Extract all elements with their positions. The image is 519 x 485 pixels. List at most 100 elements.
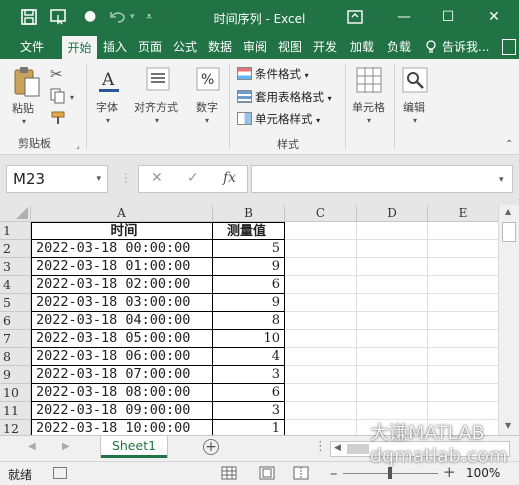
empty-cell[interactable]	[285, 240, 357, 258]
copy-dropdown-icon[interactable]: ▾	[70, 93, 74, 102]
collapse-ribbon-icon[interactable]: ⌃	[505, 139, 513, 150]
column-header[interactable]: D	[357, 205, 428, 222]
time-cell[interactable]: 2022-03-18 04:00:00	[31, 312, 213, 330]
value-cell[interactable]: 3	[213, 366, 285, 384]
value-cell[interactable]: 8	[213, 312, 285, 330]
editing-label[interactable]: 编辑	[403, 99, 425, 115]
empty-cell[interactable]	[285, 348, 357, 366]
editing-dropdown-icon[interactable]: ▾	[413, 116, 417, 125]
clipboard-launcher-icon[interactable]: ⌟	[76, 141, 80, 150]
column-header[interactable]: E	[428, 205, 499, 222]
alignment-dropdown-icon[interactable]: ▾	[155, 116, 159, 125]
value-cell[interactable]: 6	[213, 384, 285, 402]
cells-dropdown-icon[interactable]: ▾	[367, 116, 371, 125]
row-header[interactable]: 10	[0, 384, 31, 402]
empty-cell[interactable]	[285, 312, 357, 330]
empty-cell[interactable]	[428, 366, 499, 384]
empty-cell[interactable]	[357, 276, 428, 294]
share-icon[interactable]	[502, 39, 516, 55]
cells-icon[interactable]	[356, 67, 382, 96]
name-box[interactable]: M23 ▾	[6, 165, 108, 193]
paste-icon[interactable]	[12, 65, 42, 102]
tab-load[interactable]: 负载	[383, 35, 415, 59]
value-cell[interactable]: 4	[213, 348, 285, 366]
worksheet-grid[interactable]: A B C D E 1 时间 测量值 2 2022-03-18 00:00:00 5 3 20…	[0, 205, 519, 435]
tab-addins[interactable]: 加载	[346, 35, 378, 59]
find-icon[interactable]	[402, 67, 428, 96]
tab-view[interactable]: 视图	[274, 35, 306, 59]
value-cell[interactable]: 9	[213, 258, 285, 276]
column-header[interactable]: C	[285, 205, 357, 222]
row-header[interactable]: 6	[0, 312, 31, 330]
row-header[interactable]: 2	[0, 240, 31, 258]
empty-cell[interactable]	[428, 222, 499, 240]
insert-function-icon[interactable]: fx	[223, 170, 236, 186]
empty-cell[interactable]	[357, 384, 428, 402]
number-format-icon[interactable]: %	[196, 67, 220, 94]
empty-cell[interactable]	[357, 330, 428, 348]
paste-dropdown-icon[interactable]: ▾	[22, 117, 26, 126]
header-cell-value[interactable]: 测量值	[213, 222, 285, 240]
empty-cell[interactable]	[357, 258, 428, 276]
empty-cell[interactable]	[357, 294, 428, 312]
macro-record-icon[interactable]	[53, 467, 67, 479]
empty-cell[interactable]	[285, 420, 357, 435]
empty-cell[interactable]	[285, 366, 357, 384]
empty-cell[interactable]	[357, 312, 428, 330]
row-header[interactable]: 9	[0, 366, 31, 384]
cancel-icon[interactable]: ✕	[151, 170, 163, 186]
time-cell[interactable]: 2022-03-18 08:00:00	[31, 384, 213, 402]
empty-cell[interactable]	[357, 348, 428, 366]
empty-cell[interactable]	[428, 276, 499, 294]
empty-cell[interactable]	[428, 294, 499, 312]
time-cell[interactable]: 2022-03-18 07:00:00	[31, 366, 213, 384]
value-cell[interactable]: 9	[213, 294, 285, 312]
empty-cell[interactable]	[285, 258, 357, 276]
row-header[interactable]: 1	[0, 222, 31, 240]
font-icon[interactable]: A	[96, 67, 122, 98]
select-all-corner[interactable]	[0, 205, 31, 222]
cell-styles-button[interactable]: 单元格样式 ▾	[237, 109, 320, 129]
conditional-formatting-button[interactable]: 条件格式 ▾	[237, 64, 309, 84]
normal-view-icon[interactable]	[221, 466, 237, 483]
empty-cell[interactable]	[428, 240, 499, 258]
row-header[interactable]: 7	[0, 330, 31, 348]
alignment-label[interactable]: 对齐方式	[134, 99, 178, 115]
empty-cell[interactable]	[428, 402, 499, 420]
time-cell[interactable]: 2022-03-18 06:00:00	[31, 348, 213, 366]
empty-cell[interactable]	[428, 330, 499, 348]
empty-cell[interactable]	[357, 222, 428, 240]
time-cell[interactable]: 2022-03-18 10:00:00	[31, 420, 213, 435]
prev-sheet-icon[interactable]: ◀	[28, 441, 36, 452]
scroll-thumb[interactable]	[502, 222, 516, 242]
empty-cell[interactable]	[285, 402, 357, 420]
tab-split-handle-icon[interactable]: ⋮	[314, 439, 327, 454]
expand-formula-bar-icon[interactable]: ▾	[499, 175, 504, 185]
value-cell[interactable]: 6	[213, 276, 285, 294]
tab-insert[interactable]: 插入	[99, 35, 131, 59]
empty-cell[interactable]	[285, 384, 357, 402]
time-cell[interactable]: 2022-03-18 09:00:00	[31, 402, 213, 420]
copy-icon[interactable]	[50, 88, 68, 107]
empty-cell[interactable]	[428, 258, 499, 276]
ribbon-display-icon[interactable]	[344, 6, 366, 28]
empty-cell[interactable]	[285, 330, 357, 348]
time-cell[interactable]: 2022-03-18 01:00:00	[31, 258, 213, 276]
value-cell[interactable]: 3	[213, 402, 285, 420]
row-header[interactable]: 8	[0, 348, 31, 366]
scroll-up-icon[interactable]: ▲	[505, 207, 511, 216]
row-header[interactable]: 3	[0, 258, 31, 276]
time-cell[interactable]: 2022-03-18 00:00:00	[31, 240, 213, 258]
cells-label[interactable]: 单元格	[352, 99, 385, 115]
next-sheet-icon[interactable]: ▶	[62, 441, 70, 452]
font-label[interactable]: 字体	[96, 99, 118, 115]
zoom-out-button[interactable]: –	[330, 464, 338, 482]
zoom-level[interactable]: 100%	[466, 466, 500, 480]
hscroll-thumb[interactable]	[347, 444, 369, 454]
minimize-button[interactable]: —	[393, 6, 415, 28]
zoom-slider-thumb[interactable]	[388, 467, 392, 479]
page-break-view-icon[interactable]	[293, 466, 309, 483]
add-sheet-icon[interactable]: +	[203, 439, 219, 455]
format-painter-icon[interactable]	[50, 110, 68, 129]
alignment-icon[interactable]	[146, 67, 170, 94]
